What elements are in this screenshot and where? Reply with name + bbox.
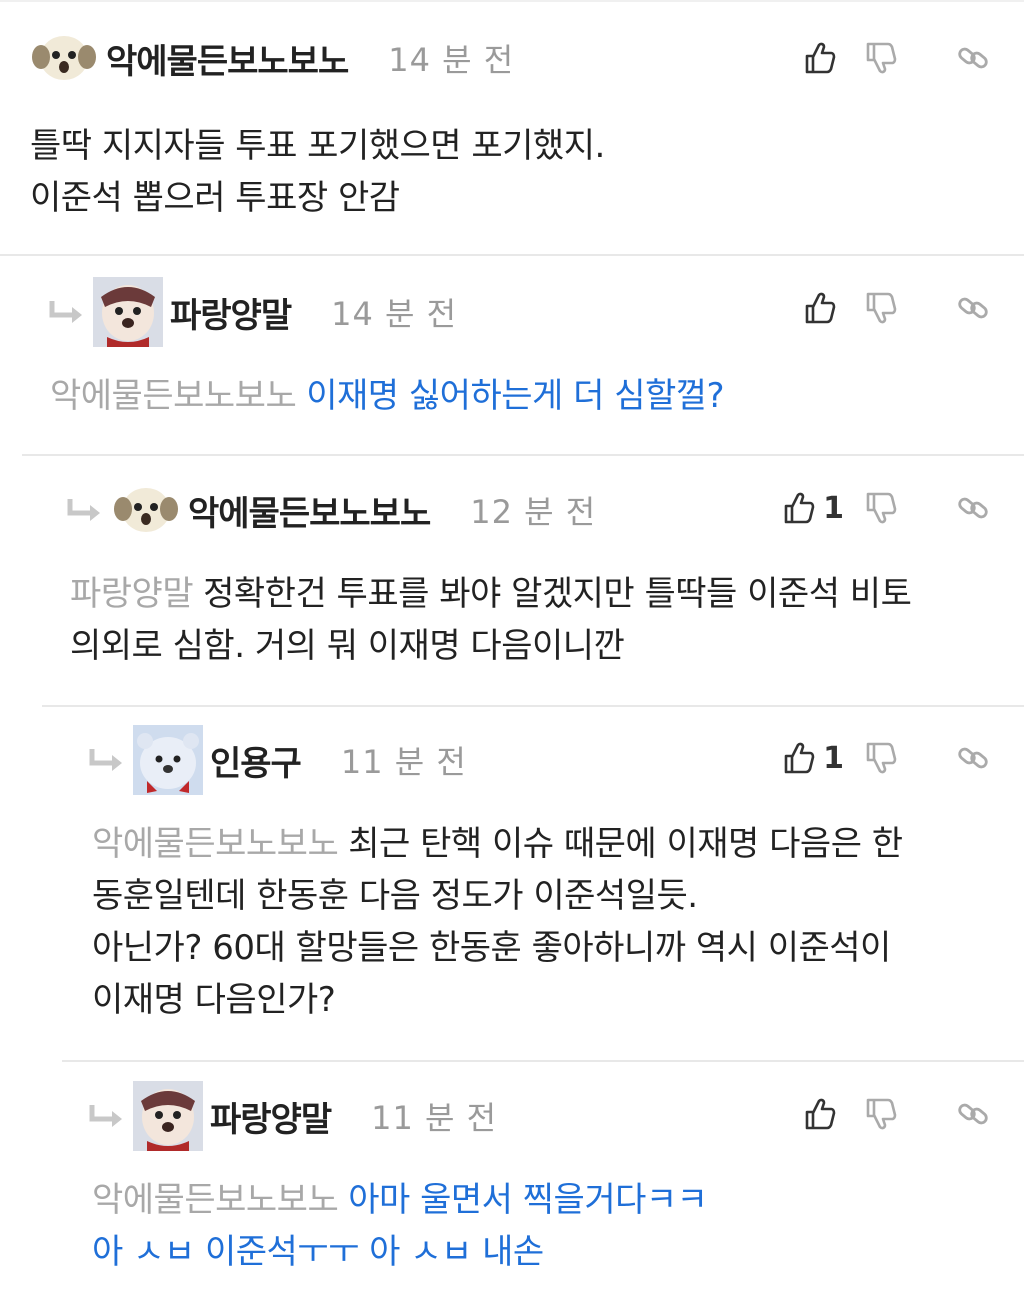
- dislike-button[interactable]: [844, 288, 918, 328]
- like-button[interactable]: [774, 1094, 844, 1134]
- link-icon: [958, 497, 988, 519]
- thumbs-up-icon: [805, 1098, 836, 1130]
- link-icon: [958, 1103, 988, 1125]
- comment-text: 악에물든보노보노 이재명 싫어하는게 더 심할껄?: [50, 370, 725, 422]
- thumbs-up-icon: [805, 42, 836, 74]
- like-button[interactable]: [774, 38, 844, 78]
- share-link-button[interactable]: [918, 1094, 990, 1134]
- comment-line: 의외로 심함. 거의 뭐 이재명 다음이니깐: [70, 626, 625, 666]
- comment-line: 악에물든보노보노 이재명 싫어하는게 더 심할껄?: [50, 370, 725, 422]
- author-name[interactable]: 인용구: [210, 736, 302, 785]
- comment-line: 파랑양말 정확한건 투표를 봐야 알겠지만 틀딱들 이준석 비토: [70, 568, 912, 620]
- comment-line: 동훈일텐데 한동훈 다음 정도가 이준석일듯.: [92, 876, 698, 916]
- comment-text: 파랑양말 정확한건 투표를 봐야 알겠지만 틀딱들 이준석 비토 의외로 심함. …: [70, 568, 912, 672]
- reply-arrow-icon: [48, 292, 88, 332]
- thumbs-up-icon: [784, 742, 815, 774]
- like-count: 1: [823, 490, 844, 526]
- comment-header: 인용구 11 분 전: [88, 720, 467, 800]
- puppy-face-icon[interactable]: [28, 22, 100, 94]
- dog-avatar-icon[interactable]: [132, 1080, 204, 1152]
- like-button[interactable]: 1: [774, 488, 844, 528]
- author-name[interactable]: 악에물든보노보노: [106, 34, 349, 83]
- comment-header: 파랑양말 14 분 전: [48, 272, 457, 352]
- puppy-face-icon[interactable]: [110, 474, 182, 546]
- comment-header: 악에물든보노보노 14 분 전: [28, 18, 514, 98]
- divider: [0, 0, 1024, 2]
- reply-arrow-icon: [66, 490, 106, 530]
- divider: [22, 454, 1024, 456]
- comment-text: 악에물든보노보노 최근 탄핵 이슈 때문에 이재명 다음은 한 동훈일텐데 한동훈…: [92, 818, 903, 1026]
- like-count: 1: [823, 740, 844, 776]
- comment-line: 악에물든보노보노 최근 탄핵 이슈 때문에 이재명 다음은 한: [92, 818, 903, 870]
- thumbs-up-icon: [784, 492, 815, 524]
- divider: [0, 254, 1024, 256]
- dislike-button[interactable]: [844, 38, 918, 78]
- link-icon: [958, 297, 988, 319]
- like-button[interactable]: [774, 288, 844, 328]
- comment-line: 아닌가? 60대 할망들은 한동훈 좋아하니까 역시 이준석이: [92, 928, 891, 968]
- comment-line-text: 최근 탄핵 이슈 때문에 이재명 다음은 한: [348, 824, 903, 864]
- comment-line: 악에물든보노보노 아마 울면서 찍을거다ㅋㅋ: [92, 1174, 708, 1226]
- share-link-button[interactable]: [918, 288, 990, 328]
- comment-header: 파랑양말 11 분 전: [88, 1076, 497, 1156]
- divider: [42, 705, 1024, 707]
- reply-arrow-icon: [88, 1096, 128, 1136]
- like-button[interactable]: 1: [774, 738, 844, 778]
- dog-avatar-icon[interactable]: [92, 276, 164, 348]
- comment-line-text: 정확한건 투표를 봐야 알겠지만 틀딱들 이준석 비토: [203, 574, 912, 614]
- thumbs-down-icon: [866, 492, 897, 524]
- thumbs-down-icon: [866, 42, 897, 74]
- comment-text: 악에물든보노보노 아마 울면서 찍을거다ㅋㅋ 아 ㅅㅂ 이준석ㅜㅜ 아 ㅅㅂ 내손: [92, 1174, 708, 1278]
- comment-text: 틀딱 지지자들 투표 포기했으면 포기했지. 이준석 뽑으러 투표장 안감: [30, 120, 605, 224]
- thumbs-down-icon: [866, 292, 897, 324]
- dislike-button[interactable]: [844, 1094, 918, 1134]
- comment-actions: [774, 18, 990, 98]
- author-name[interactable]: 파랑양말: [210, 1092, 332, 1141]
- link-icon: [958, 747, 988, 769]
- share-link-button[interactable]: [918, 38, 990, 78]
- thumbs-down-icon: [866, 742, 897, 774]
- timestamp: 14 분 전: [331, 295, 458, 333]
- timestamp: 12 분 전: [470, 493, 597, 531]
- author-name[interactable]: 파랑양말: [170, 288, 292, 337]
- polar-bear-avatar-icon[interactable]: [132, 724, 204, 796]
- mention-tag[interactable]: 악에물든보노보노: [92, 1180, 339, 1220]
- mention-tag[interactable]: 파랑양말: [70, 574, 194, 614]
- comment-actions: [774, 1074, 990, 1154]
- dislike-button[interactable]: [844, 738, 918, 778]
- mention-tag[interactable]: 악에물든보노보노: [92, 824, 339, 864]
- comment-line: 아 ㅅㅂ 이준석ㅜㅜ 아 ㅅㅂ 내손: [92, 1232, 544, 1272]
- author-name[interactable]: 악에물든보노보노: [188, 486, 431, 535]
- thumbs-up-icon: [805, 292, 836, 324]
- divider: [62, 1060, 1024, 1062]
- comment-actions: 1: [774, 718, 990, 798]
- dislike-button[interactable]: [844, 488, 918, 528]
- share-link-button[interactable]: [918, 738, 990, 778]
- mention-tag[interactable]: 악에물든보노보노: [50, 376, 297, 416]
- comment-actions: [774, 268, 990, 348]
- comment-line: 이준석 뽑으러 투표장 안감: [30, 178, 400, 218]
- reply-arrow-icon: [88, 740, 128, 780]
- comment-line-text: 이재명 싫어하는게 더 심할껄?: [306, 376, 725, 416]
- comment-line: 틀딱 지지자들 투표 포기했으면 포기했지.: [30, 126, 605, 166]
- comment-actions: 1: [774, 468, 990, 548]
- thumbs-down-icon: [866, 1098, 897, 1130]
- comment-header: 악에물든보노보노 12 분 전: [66, 470, 596, 550]
- timestamp: 14 분 전: [388, 41, 515, 79]
- timestamp: 11 분 전: [340, 743, 467, 781]
- comment-line-text: 아마 울면서 찍을거다ㅋㅋ: [348, 1180, 708, 1220]
- link-icon: [958, 47, 988, 69]
- comment-line: 이재명 다음인가?: [92, 980, 336, 1020]
- timestamp: 11 분 전: [371, 1099, 498, 1137]
- share-link-button[interactable]: [918, 488, 990, 528]
